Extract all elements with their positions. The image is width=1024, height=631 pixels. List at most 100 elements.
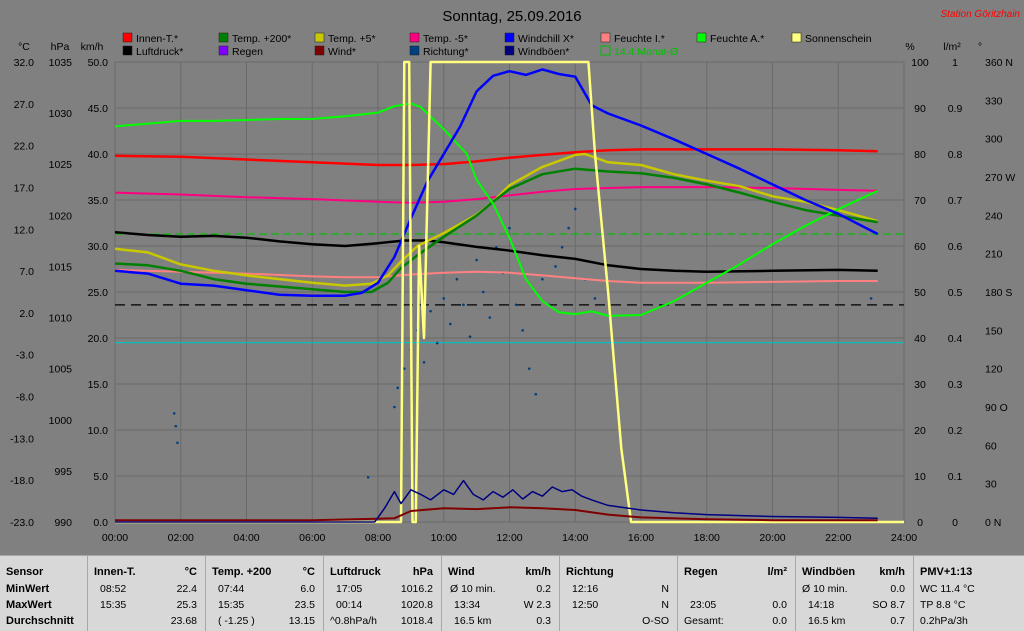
direction-point (396, 386, 400, 390)
direction-point (176, 441, 179, 445)
rain-tick-label: 1 (952, 57, 958, 69)
windboeen-name: Windböen (802, 566, 856, 578)
richtung-avg-value: O-SO (642, 615, 669, 627)
percent-tick-label: 50 (914, 287, 926, 299)
legend-label: Wind* (328, 46, 356, 58)
percent-tick-label: 60 (914, 241, 926, 253)
direction-point (593, 297, 597, 300)
legend-swatch (122, 32, 133, 43)
direction-point (560, 245, 564, 249)
windboeen-unit: km/h (879, 566, 905, 578)
legend-swatch (600, 32, 611, 43)
luftdruck-avg-value: 1018.4 (400, 615, 433, 627)
legend-swatch (314, 45, 325, 56)
direction-point (172, 412, 176, 415)
percent-tick-label: 20 (914, 425, 926, 437)
degree-tick-label: 270 W (985, 172, 1015, 184)
legend-swatch (504, 45, 515, 56)
station-label: Station Göritzhain (941, 9, 1021, 20)
windboeen-min-value: 0.0 (890, 583, 905, 595)
degree-tick-label: 360 N (985, 57, 1013, 69)
innen-column: Innen-T. °C 08:52 22.4 15:35 25.3 23.68 (88, 556, 206, 631)
legend-swatch (504, 32, 515, 43)
hpa-tick-label: 1015 (49, 261, 73, 273)
row-labels-column: Sensor MinWert MaxWert Durchschnitt (0, 556, 88, 631)
direction-point (429, 309, 432, 313)
regen-total-label: Gesamt: (684, 615, 724, 627)
degree-tick-label: 90 O (985, 402, 1008, 414)
percent-tick-label: 90 (914, 103, 926, 115)
direction-point (422, 360, 426, 364)
richtung-column: Richtung 12:16 N 12:50 N O-SO (560, 556, 678, 631)
legend-label: Windchill X* (518, 33, 574, 45)
pmv-windchill: WC 11.4 °C (920, 583, 975, 595)
legend-swatch (409, 32, 420, 43)
legend-label: Regen (232, 46, 263, 58)
unit-rain: l/m² (943, 41, 961, 53)
x-tick-label: 10:00 (431, 532, 457, 544)
wind-unit: km/h (525, 566, 551, 578)
degree-tick-label: 180 S (985, 287, 1012, 299)
celsius-tick-label: -23.0 (10, 517, 34, 529)
direction-point (174, 424, 178, 428)
legend-swatch (314, 32, 325, 43)
direction-point (521, 329, 524, 332)
windboeen-min-label: Ø 10 min. (802, 583, 848, 595)
legend-label: Feuchte I.* (614, 33, 665, 45)
direction-point (534, 392, 538, 396)
legend-swatch (696, 32, 707, 43)
regen-max-time: 23:05 (690, 599, 717, 611)
luftdruck-max-value: 1020.8 (400, 599, 433, 611)
regen-name: Regen (684, 566, 718, 578)
celsius-tick-label: 7.0 (19, 266, 34, 278)
kmh-tick-label: 15.0 (88, 379, 109, 391)
hpa-tick-label: 1010 (49, 313, 73, 325)
luftdruck-trend: ^0.8hPa/h (330, 615, 377, 627)
temp200-column: Temp. +200 °C 07:44 6.0 15:35 23.5 ( -1.… (206, 556, 324, 631)
legend-label: Innen-T.* (136, 33, 178, 45)
legend-swatch (218, 45, 229, 56)
x-tick-label: 08:00 (365, 532, 391, 544)
hpa-tick-label: 1030 (49, 108, 73, 120)
rain-tick-label: 0.1 (948, 471, 963, 483)
direction-point (527, 367, 531, 370)
percent-tick-label: 30 (914, 379, 926, 391)
regen-total-value: 0.0 (772, 615, 787, 627)
windboeen-avg-value: 0.7 (890, 615, 905, 627)
hpa-tick-label: 1000 (49, 415, 73, 427)
innen-name: Innen-T. (94, 566, 136, 578)
celsius-tick-label: -3.0 (16, 350, 34, 362)
kmh-tick-label: 50.0 (88, 57, 109, 69)
rain-tick-label: 0.4 (948, 333, 963, 345)
regen-max-value: 0.0 (772, 599, 787, 611)
unit-hpa: hPa (51, 41, 70, 53)
x-tick-label: 16:00 (628, 532, 654, 544)
pmv-column: PMV+1:13 WC 11.4 °C TP 8.8 °C 0.2hPa/3h (914, 556, 1024, 631)
celsius-tick-label: 17.0 (14, 182, 35, 194)
regen-column: Regen l/m² 23:05 0.0 Gesamt: 0.0 (678, 556, 796, 631)
windboeen-distance: 16.5 km (808, 615, 846, 627)
wind-avg-value: 0.3 (536, 615, 551, 627)
percent-tick-label: 100 (911, 57, 929, 69)
x-tick-label: 00:00 (102, 532, 128, 544)
rain-tick-label: 0.7 (948, 195, 963, 207)
direction-point (541, 277, 544, 281)
degree-tick-label: 210 (985, 249, 1003, 261)
legend-label: Richtung* (423, 46, 469, 58)
regen-unit: l/m² (767, 566, 787, 578)
hpa-tick-label: 1025 (49, 159, 73, 171)
legend-label: Windböen* (518, 46, 569, 58)
windboeen-column: Windböen km/h Ø 10 min. 0.0 14:18 SO 8.7… (796, 556, 914, 631)
windboeen-max-time: 14:18 (808, 599, 835, 611)
kmh-tick-label: 10.0 (88, 425, 109, 437)
hpa-tick-label: 995 (54, 466, 72, 478)
degree-tick-label: 30 (985, 479, 997, 491)
direction-point (567, 226, 570, 230)
temp200-avg-value: 13.15 (288, 615, 315, 627)
celsius-tick-label: 22.0 (14, 141, 35, 153)
unit-celsius: °C (18, 41, 30, 53)
innen-max-time: 15:35 (100, 599, 127, 611)
direction-point (393, 405, 396, 409)
legend-label: Sonnenschein (805, 33, 872, 45)
temp200-avg-trend: ( -1.25 ) (218, 615, 255, 627)
